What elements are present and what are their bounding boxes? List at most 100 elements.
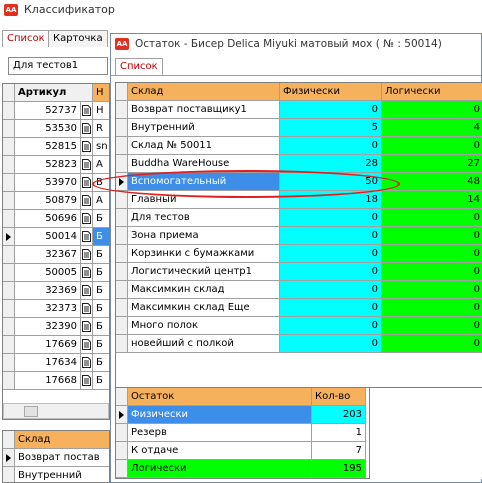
article-row[interactable]: 52823 А	[3, 156, 109, 174]
logical-qty: 4	[382, 119, 482, 137]
row-indicator	[116, 263, 128, 281]
row-indicator	[116, 406, 128, 424]
warehouse-name: Зона приема	[128, 227, 280, 245]
header-logical[interactable]: Логически	[382, 83, 482, 101]
document-icon[interactable]	[81, 120, 93, 138]
article-code: 17668	[15, 372, 81, 390]
article-row[interactable]: 52737 Н	[3, 102, 109, 120]
row-indicator	[116, 155, 128, 173]
header-balance[interactable]: Остаток	[128, 388, 312, 406]
row-indicator	[3, 300, 15, 318]
row-indicator	[116, 281, 128, 299]
document-icon[interactable]	[81, 246, 93, 264]
row-indicator	[3, 228, 15, 246]
article-row[interactable]: 50879 А	[3, 192, 109, 210]
header-physical[interactable]: Физически	[280, 83, 382, 101]
warehouse-row[interactable]: Зона приема 0 0	[116, 227, 482, 245]
tab-card[interactable]: Карточка	[48, 30, 108, 47]
article-code: 32373	[15, 300, 81, 318]
article-row[interactable]: 53530 R	[3, 120, 109, 138]
article-row[interactable]: 32390 Б	[3, 318, 109, 336]
warehouse-name: новейший с полкой	[128, 335, 280, 353]
article-row[interactable]: 32367 Б	[3, 246, 109, 264]
article-row[interactable]: 17634 Б	[3, 354, 109, 372]
summary-row[interactable]: Резерв 1	[116, 424, 366, 442]
document-icon[interactable]	[81, 354, 93, 372]
warehouse-name: Склад № 50011	[128, 137, 280, 155]
row-indicator	[3, 354, 15, 372]
articles-hscroll-thumb[interactable]	[24, 406, 38, 417]
article-code: 32390	[15, 318, 81, 336]
row-indicator	[116, 191, 128, 209]
warehouse-name: Логистический центр1	[128, 263, 280, 281]
header-article[interactable]: Артикул	[15, 84, 93, 102]
balance-value: 1	[312, 424, 366, 442]
balance-value: 203	[312, 406, 366, 424]
document-icon[interactable]	[81, 264, 93, 282]
article-row[interactable]: 50696 Б	[3, 210, 109, 228]
header-warehouse[interactable]: Склад	[128, 83, 280, 101]
warehouse-row[interactable]: Корзинки с бумажками 0 0	[116, 245, 482, 263]
logical-qty: 0	[382, 137, 482, 155]
summary-row[interactable]: Логически 195	[116, 460, 366, 478]
row-indicator	[3, 372, 15, 390]
warehouse-row[interactable]: Возврат поставщику1 0 0	[116, 101, 482, 119]
document-icon[interactable]	[81, 102, 93, 120]
physical-qty: 0	[280, 245, 382, 263]
document-icon[interactable]	[81, 282, 93, 300]
warehouse-row[interactable]: Склад № 50011 0 0	[116, 137, 482, 155]
stock-left-row[interactable]: Внутренний	[3, 467, 109, 482]
article-row[interactable]: 32373 Б	[3, 300, 109, 318]
article-row[interactable]: 52815 sn	[3, 138, 109, 156]
document-icon[interactable]	[81, 138, 93, 156]
warehouse-row[interactable]: Максимкин склад 0 0	[116, 281, 482, 299]
header-warehouse[interactable]: Склад	[15, 431, 109, 449]
header-name[interactable]: Н	[93, 84, 109, 102]
warehouse-row[interactable]: Много полок 0 0	[116, 317, 482, 335]
stock-left-row[interactable]: Возврат постав	[3, 449, 109, 467]
summary-row[interactable]: Физически 203	[116, 406, 366, 424]
document-icon[interactable]	[81, 210, 93, 228]
filter-field[interactable]: Для тестов1	[8, 57, 108, 75]
logical-qty: 0	[382, 263, 482, 281]
summary-row[interactable]: К отдаче 7	[116, 442, 366, 460]
header-quantity[interactable]: Кол-во	[312, 388, 366, 406]
row-indicator	[3, 282, 15, 300]
row-indicator	[3, 318, 15, 336]
row-indicator	[3, 449, 15, 467]
warehouse-row[interactable]: Для тестов 0 0	[116, 209, 482, 227]
tab-list[interactable]: Список	[2, 30, 50, 47]
article-name: R	[93, 120, 109, 138]
dialog-tab-list[interactable]: Список	[115, 58, 163, 75]
article-row[interactable]: 50014 Б	[3, 228, 109, 246]
document-icon[interactable]	[81, 300, 93, 318]
warehouse-name: Для тестов	[128, 209, 280, 227]
warehouse-row[interactable]: новейший с полкой 0 0	[116, 335, 482, 353]
document-icon[interactable]	[81, 318, 93, 336]
article-row[interactable]: 32369 Б	[3, 282, 109, 300]
articles-hscrollbar[interactable]	[3, 403, 109, 419]
current-row-arrow-icon	[119, 411, 124, 419]
row-indicator	[116, 137, 128, 155]
article-row[interactable]: 17669 Б	[3, 336, 109, 354]
warehouse-row[interactable]: Максимкин склад Еще 0 0	[116, 299, 482, 317]
warehouse-row[interactable]: Внутренний 5 4	[116, 119, 482, 137]
physical-qty: 5	[280, 119, 382, 137]
balance-name: К отдаче	[128, 442, 312, 460]
row-indicator	[3, 264, 15, 282]
row-indicator	[116, 460, 128, 478]
document-icon[interactable]	[81, 192, 93, 210]
article-row[interactable]: 50005 Б	[3, 264, 109, 282]
document-icon[interactable]	[81, 156, 93, 174]
physical-qty: 0	[280, 101, 382, 119]
document-icon[interactable]	[81, 372, 93, 390]
warehouse-name: Много полок	[128, 317, 280, 335]
warehouse-row[interactable]: Логистический центр1 0 0	[116, 263, 482, 281]
article-name: Б	[93, 318, 109, 336]
document-icon[interactable]	[81, 336, 93, 354]
article-code: 53530	[15, 120, 81, 138]
article-row[interactable]: 17668 Б	[3, 372, 109, 390]
document-icon[interactable]	[81, 228, 93, 246]
logical-qty: 0	[382, 335, 482, 353]
logical-qty: 0	[382, 245, 482, 263]
